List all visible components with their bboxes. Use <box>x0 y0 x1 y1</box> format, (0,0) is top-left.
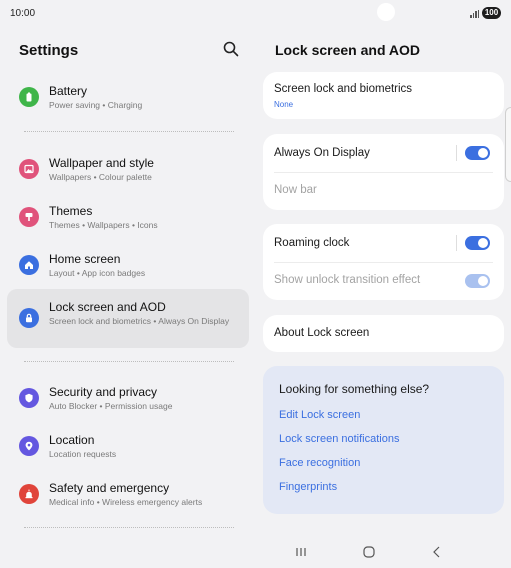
aod-card: Always On Display Now bar <box>263 134 504 210</box>
link-face-recognition[interactable]: Face recognition <box>279 457 360 469</box>
divider <box>24 361 234 362</box>
screen-lock-value: None <box>274 100 294 109</box>
sidebar-item-label: Security and privacy <box>49 385 158 399</box>
aod-row[interactable]: Always On Display <box>263 134 504 172</box>
aod-toggle[interactable] <box>465 146 490 160</box>
sidebar-item-subtitle: Themes • Wallpapers • Icons <box>49 220 158 230</box>
roaming-clock-title: Roaming clock <box>274 237 350 249</box>
sidebar-item-battery[interactable]: Battery Power saving • Charging <box>7 79 249 117</box>
divider <box>24 527 234 528</box>
link-edit-lock-screen[interactable]: Edit Lock screen <box>279 409 360 421</box>
roaming-clock-row[interactable]: Roaming clock <box>263 224 504 262</box>
sidebar-item-subtitle: Screen lock and biometrics • Always On D… <box>49 316 230 326</box>
shield-icon <box>19 388 39 408</box>
status-time: 10:00 <box>10 8 36 19</box>
page-title: Settings <box>19 42 79 59</box>
divider <box>24 131 234 132</box>
link-lock-screen-notifications[interactable]: Lock screen notifications <box>279 433 399 445</box>
sidebar-item-themes[interactable]: Themes Themes • Wallpapers • Icons <box>7 199 249 237</box>
edge-panel-handle[interactable] <box>505 107 511 182</box>
home-icon <box>19 255 39 275</box>
sidebar-item-subtitle: Auto Blocker • Permission usage <box>49 401 173 411</box>
detail-title: Lock screen and AOD <box>275 42 420 58</box>
sidebar-item-wallpaper[interactable]: Wallpaper and style Wallpapers • Colour … <box>7 151 249 189</box>
sidebar-item-label: Themes <box>49 204 93 218</box>
sidebar-item-subtitle: Layout • App icon badges <box>49 268 146 278</box>
link-fingerprints[interactable]: Fingerprints <box>279 481 337 493</box>
vertical-separator <box>456 145 457 161</box>
battery-level-badge: 100 <box>482 7 501 19</box>
recents-icon <box>296 548 306 556</box>
sidebar-item-subtitle: Wallpapers • Colour palette <box>49 172 152 182</box>
unlock-effect-toggle <box>465 274 490 288</box>
about-lock-screen-card[interactable]: About Lock screen <box>263 315 504 352</box>
battery-icon <box>19 87 39 107</box>
unlock-effect-title: Show unlock transition effect <box>274 274 421 286</box>
suggestions-title: Looking for something else? <box>279 382 430 396</box>
about-lock-screen-title: About Lock screen <box>274 327 370 339</box>
sidebar-item-label: Wallpaper and style <box>49 156 154 170</box>
sidebar-item-subtitle: Medical info • Wireless emergency alerts <box>49 497 203 507</box>
status-bar: 10:00 100 <box>0 0 511 28</box>
now-bar-row[interactable]: Now bar <box>263 173 504 210</box>
search-button[interactable] <box>222 40 240 58</box>
signal-icon <box>470 10 480 18</box>
roaming-card: Roaming clock Show unlock transition eff… <box>263 224 504 300</box>
screen-lock-title: Screen lock and biometrics <box>274 83 413 95</box>
sidebar-item-subtitle: Location requests <box>49 449 117 459</box>
screen-lock-card[interactable]: Screen lock and biometrics None <box>263 72 504 119</box>
roaming-clock-toggle[interactable] <box>465 236 490 250</box>
back-button[interactable] <box>428 544 446 560</box>
lock-icon <box>19 308 39 328</box>
sidebar-item-label: Home screen <box>49 252 121 266</box>
unlock-effect-row: Show unlock transition effect <box>263 263 504 300</box>
search-icon <box>223 41 239 57</box>
location-pin-icon <box>19 436 39 456</box>
sidebar-item-label: Lock screen and AOD <box>49 300 166 314</box>
sidebar-item-subtitle: Power saving • Charging <box>49 100 143 110</box>
sidebar-item-home-screen[interactable]: Home screen Layout • App icon badges <box>7 247 249 285</box>
home-nav-icon <box>363 546 375 558</box>
sidebar-item-label: Safety and emergency <box>49 481 170 495</box>
aod-title: Always On Display <box>274 147 370 159</box>
sidebar-item-security[interactable]: Security and privacy Auto Blocker • Perm… <box>7 380 249 418</box>
sidebar-item-location[interactable]: Location Location requests <box>7 428 249 466</box>
home-button[interactable] <box>360 544 378 560</box>
emergency-icon <box>19 484 39 504</box>
now-bar-title: Now bar <box>274 184 317 196</box>
back-icon <box>433 546 440 558</box>
themes-icon <box>19 207 39 227</box>
sidebar-item-lock-screen[interactable]: Lock screen and AOD Screen lock and biom… <box>7 289 249 348</box>
camera-cutout <box>377 3 395 21</box>
vertical-separator <box>456 235 457 251</box>
recents-button[interactable] <box>292 544 310 560</box>
sidebar-item-safety[interactable]: Safety and emergency Medical info • Wire… <box>7 476 249 514</box>
suggestions-card: Looking for something else? Edit Lock sc… <box>263 366 504 514</box>
navigation-bar <box>0 538 511 568</box>
sidebar-item-label: Location <box>49 433 95 447</box>
sidebar-item-label: Battery <box>49 84 88 98</box>
wallpaper-icon <box>19 159 39 179</box>
